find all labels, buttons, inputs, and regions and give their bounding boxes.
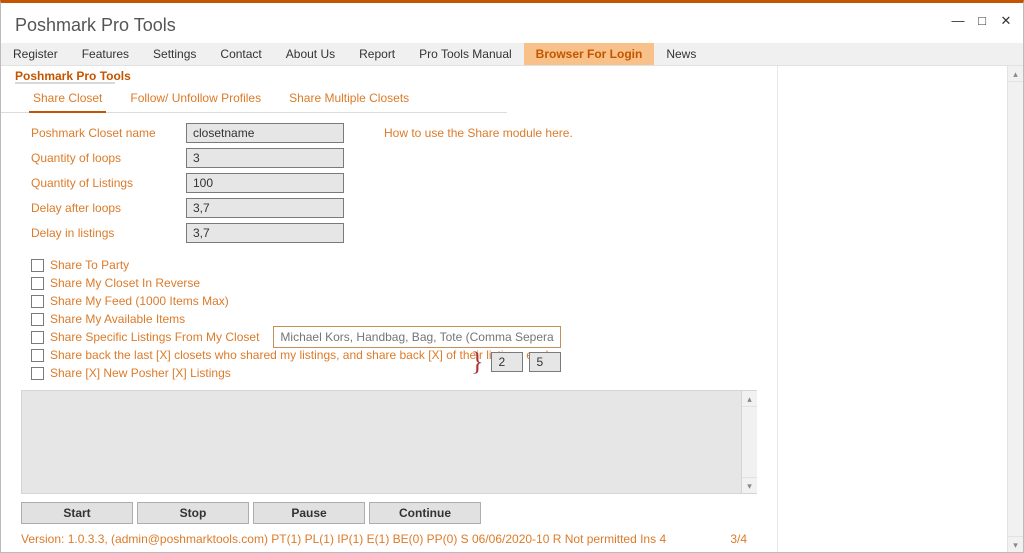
label-loops: Quantity of loops — [31, 151, 186, 165]
hint-link[interactable]: How to use the Share module here. — [384, 126, 573, 140]
module-tabs: Share Closet Follow/ Unfollow Profiles S… — [1, 87, 507, 113]
log-area: ▴ ▾ — [21, 390, 757, 494]
tab-share-closet[interactable]: Share Closet — [29, 87, 106, 113]
chk-available[interactable] — [31, 313, 44, 326]
status-left: Version: 1.0.3.3, (admin@poshmarktools.c… — [21, 532, 666, 546]
menu-contact[interactable]: Contact — [208, 43, 273, 65]
minimize-button[interactable]: — — [949, 14, 967, 27]
restore-button[interactable]: □ — [973, 14, 991, 27]
scroll-down-icon[interactable]: ▾ — [1008, 536, 1023, 552]
lbl-specific: Share Specific Listings From My Closet — [50, 330, 259, 344]
input-closet-name[interactable] — [186, 123, 344, 143]
right-scrollbar[interactable]: ▴ ▾ — [1007, 66, 1023, 552]
menu-features[interactable]: Features — [70, 43, 141, 65]
tool-title: Poshmark Pro Tools — [1, 66, 777, 83]
lbl-available: Share My Available Items — [50, 312, 185, 326]
right-panel: ▴ ▾ — [777, 66, 1023, 552]
start-button[interactable]: Start — [21, 502, 133, 524]
continue-button[interactable]: Continue — [369, 502, 481, 524]
input-listings[interactable] — [186, 173, 344, 193]
chk-specific[interactable] — [31, 331, 44, 344]
menu-browser-login[interactable]: Browser For Login — [524, 43, 655, 65]
scroll-up-icon[interactable]: ▴ — [1008, 66, 1023, 82]
label-listings: Quantity of Listings — [31, 176, 186, 190]
window-controls: — □ ✕ — [949, 14, 1015, 27]
lbl-reverse: Share My Closet In Reverse — [50, 276, 200, 290]
lbl-feed: Share My Feed (1000 Items Max) — [50, 294, 229, 308]
menu-report[interactable]: Report — [347, 43, 407, 65]
tab-share-multiple[interactable]: Share Multiple Closets — [285, 87, 413, 112]
menu-register[interactable]: Register — [1, 43, 70, 65]
label-delay-loops: Delay after loops — [31, 201, 186, 215]
scroll-up-icon[interactable]: ▴ — [742, 391, 757, 407]
input-delay-loops[interactable] — [186, 198, 344, 218]
tab-follow-unfollow[interactable]: Follow/ Unfollow Profiles — [126, 87, 265, 112]
input-loops[interactable] — [186, 148, 344, 168]
brace-icon: } — [471, 350, 483, 373]
input-x1[interactable] — [491, 352, 523, 372]
menu-about[interactable]: About Us — [274, 43, 347, 65]
chk-reverse[interactable] — [31, 277, 44, 290]
log-scrollbar[interactable]: ▴ ▾ — [741, 391, 757, 493]
menu-news[interactable]: News — [654, 43, 708, 65]
status-right: 3/4 — [730, 532, 747, 546]
input-delay-listings[interactable] — [186, 223, 344, 243]
titlebar: Poshmark Pro Tools — □ ✕ — [1, 3, 1023, 43]
label-closet-name: Poshmark Closet name — [31, 126, 186, 140]
menu-settings[interactable]: Settings — [141, 43, 208, 65]
lbl-share-party: Share To Party — [50, 258, 129, 272]
input-specific-tags[interactable] — [273, 326, 561, 348]
menu-manual[interactable]: Pro Tools Manual — [407, 43, 524, 65]
label-delay-listings: Delay in listings — [31, 226, 186, 240]
chk-share-party[interactable] — [31, 259, 44, 272]
scroll-down-icon[interactable]: ▾ — [742, 477, 757, 493]
input-x2[interactable] — [529, 352, 561, 372]
app-window: Poshmark Pro Tools — □ ✕ Register Featur… — [0, 0, 1024, 553]
chk-shareback[interactable] — [31, 349, 44, 362]
app-title: Poshmark Pro Tools — [15, 15, 176, 36]
menubar: Register Features Settings Contact About… — [1, 43, 1023, 66]
close-button[interactable]: ✕ — [997, 14, 1015, 27]
pause-button[interactable]: Pause — [253, 502, 365, 524]
stop-button[interactable]: Stop — [137, 502, 249, 524]
chk-feed[interactable] — [31, 295, 44, 308]
